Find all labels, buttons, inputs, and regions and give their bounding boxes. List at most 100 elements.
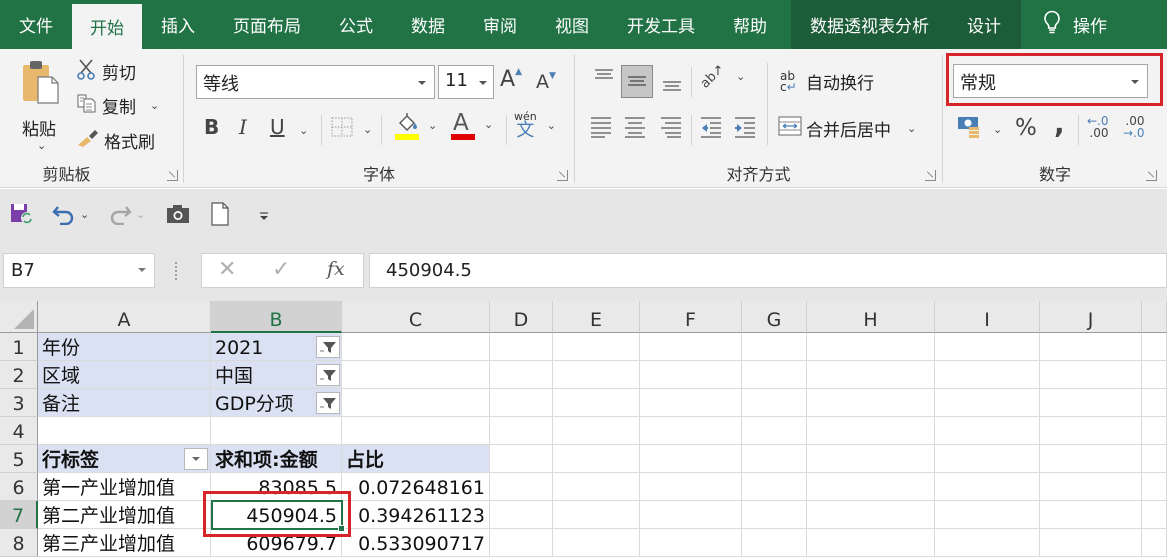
font-color-button[interactable]: A ⌄	[450, 110, 493, 142]
cell-K7[interactable]	[1142, 501, 1167, 529]
clipboard-launcher-icon[interactable]	[167, 170, 178, 181]
cancel-icon[interactable]: ✕	[218, 257, 236, 282]
pivot-ratio-value[interactable]: 0.533090717	[342, 529, 490, 557]
font-size-select[interactable]: 11	[438, 65, 494, 99]
column-header-i[interactable]: I	[935, 301, 1040, 333]
decrease-indent-button[interactable]	[699, 115, 723, 143]
font-launcher-icon[interactable]	[557, 170, 568, 181]
column-header-f[interactable]: F	[640, 301, 742, 333]
cell-E2[interactable]	[553, 361, 640, 389]
align-top-button[interactable]	[589, 65, 619, 95]
fill-color-button[interactable]: ⌄	[394, 113, 437, 141]
cell-H5[interactable]	[807, 445, 935, 473]
cell-G1[interactable]	[742, 333, 807, 361]
undo-button[interactable]: ⌄	[52, 203, 89, 225]
cell-I4[interactable]	[935, 417, 1040, 445]
number-launcher-icon[interactable]	[1146, 170, 1157, 181]
cell-G8[interactable]	[742, 529, 807, 557]
pivot-row-label[interactable]: 第一产业增加值	[38, 473, 211, 501]
cell-D4[interactable]	[490, 417, 553, 445]
new-document-button[interactable]	[210, 202, 230, 230]
cell-E7[interactable]	[553, 501, 640, 529]
percent-style-button[interactable]: %	[1015, 115, 1037, 141]
column-header-a[interactable]: A	[38, 301, 211, 333]
cell-F3[interactable]	[640, 389, 742, 417]
column-header-k[interactable]	[1142, 301, 1167, 333]
column-header-c[interactable]: C	[342, 301, 490, 333]
cell-J5[interactable]	[1040, 445, 1142, 473]
enter-icon[interactable]: ✓	[272, 257, 290, 282]
cell-H1[interactable]	[807, 333, 935, 361]
cell-I6[interactable]	[935, 473, 1040, 501]
cell-G3[interactable]	[742, 389, 807, 417]
cell-F2[interactable]	[640, 361, 742, 389]
cell-C4[interactable]	[342, 417, 490, 445]
cell-K4[interactable]	[1142, 417, 1167, 445]
formula-input[interactable]: 450904.5	[369, 253, 1167, 288]
tab-view[interactable]: 视图	[536, 0, 608, 49]
cell-E6[interactable]	[553, 473, 640, 501]
cell-F6[interactable]	[640, 473, 742, 501]
cell-G4[interactable]	[742, 417, 807, 445]
cell-J8[interactable]	[1040, 529, 1142, 557]
pivot-ratio-value[interactable]: 0.394261123	[342, 501, 490, 529]
cell-J7[interactable]	[1040, 501, 1142, 529]
tab-page-layout[interactable]: 页面布局	[214, 0, 320, 49]
cell-H2[interactable]	[807, 361, 935, 389]
cell-H3[interactable]	[807, 389, 935, 417]
increase-decimal-button[interactable]: ←.0 .00	[1087, 115, 1109, 139]
align-left-button[interactable]	[589, 115, 613, 143]
cell-J4[interactable]	[1040, 417, 1142, 445]
tab-home[interactable]: 开始	[72, 4, 142, 49]
row-header-2[interactable]: 2	[0, 361, 38, 389]
cell-J3[interactable]	[1040, 389, 1142, 417]
filter-dropdown-button[interactable]	[316, 392, 340, 414]
row-labels-dropdown-button[interactable]	[184, 448, 208, 470]
cell-K5[interactable]	[1142, 445, 1167, 473]
row-header-3[interactable]: 3	[0, 389, 38, 417]
cell-H8[interactable]	[807, 529, 935, 557]
pivot-ratio-value[interactable]: 0.072648161	[342, 473, 490, 501]
cell-F1[interactable]	[640, 333, 742, 361]
cell-E1[interactable]	[553, 333, 640, 361]
row-header-1[interactable]: 1	[0, 333, 38, 361]
row-header-5[interactable]: 5	[0, 445, 38, 473]
cell-F7[interactable]	[640, 501, 742, 529]
tab-insert[interactable]: 插入	[142, 0, 214, 49]
cell-D3[interactable]	[490, 389, 553, 417]
tab-pivot-analyze[interactable]: 数据透视表分析	[791, 0, 948, 49]
cell-D7[interactable]	[490, 501, 553, 529]
redo-button[interactable]: ⌄	[108, 203, 145, 225]
cell-F8[interactable]	[640, 529, 742, 557]
row-header-7[interactable]: 7	[0, 501, 38, 529]
save-button[interactable]	[10, 203, 34, 229]
underline-button[interactable]: U ⌄	[270, 115, 308, 139]
wrap-text-button[interactable]: ab c↵ 自动换行	[780, 69, 874, 95]
copy-button[interactable]: 复制 ⌄	[76, 91, 159, 119]
camera-button[interactable]	[166, 204, 190, 228]
align-middle-button[interactable]	[621, 65, 653, 98]
customize-qat-button[interactable]	[258, 208, 270, 227]
cell-A4[interactable]	[38, 417, 211, 445]
cell-K8[interactable]	[1142, 529, 1167, 557]
format-painter-button[interactable]: 格式刷	[76, 126, 155, 154]
column-header-h[interactable]: H	[807, 301, 935, 333]
cell-E4[interactable]	[553, 417, 640, 445]
cell-D8[interactable]	[490, 529, 553, 557]
cell-K6[interactable]	[1142, 473, 1167, 501]
cell-D6[interactable]	[490, 473, 553, 501]
pivot-header-1[interactable]: 求和项:金额	[211, 445, 342, 473]
cell-E8[interactable]	[553, 529, 640, 557]
grow-font-button[interactable]: A▲	[500, 67, 522, 92]
tab-review[interactable]: 审阅	[464, 0, 536, 49]
paste-button[interactable]: 粘贴 ⌄	[14, 57, 64, 153]
cell-H6[interactable]	[807, 473, 935, 501]
cell-C1[interactable]	[342, 333, 490, 361]
insert-function-icon[interactable]: fx	[327, 258, 345, 280]
bold-button[interactable]: B	[204, 115, 219, 139]
cell-E5[interactable]	[553, 445, 640, 473]
row-header-4[interactable]: 4	[0, 417, 38, 445]
cell-J1[interactable]	[1040, 333, 1142, 361]
cell-G7[interactable]	[742, 501, 807, 529]
align-center-button[interactable]	[623, 115, 647, 143]
